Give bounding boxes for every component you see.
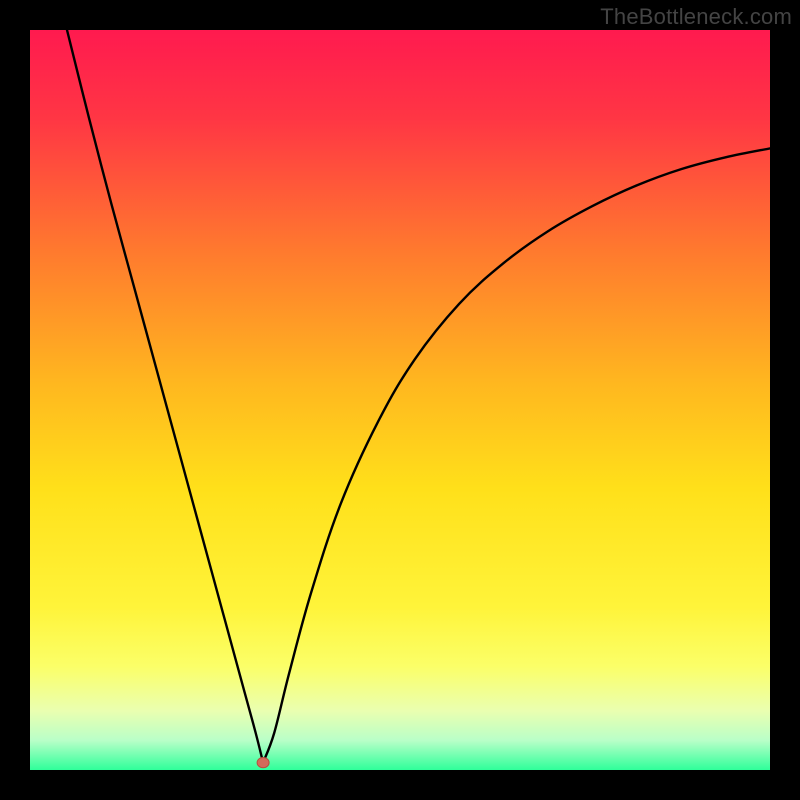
gradient-background <box>30 30 770 770</box>
minimum-marker <box>257 758 269 768</box>
watermark-text: TheBottleneck.com <box>600 4 792 30</box>
bottleneck-curve-plot <box>30 30 770 770</box>
chart-frame <box>30 30 770 770</box>
